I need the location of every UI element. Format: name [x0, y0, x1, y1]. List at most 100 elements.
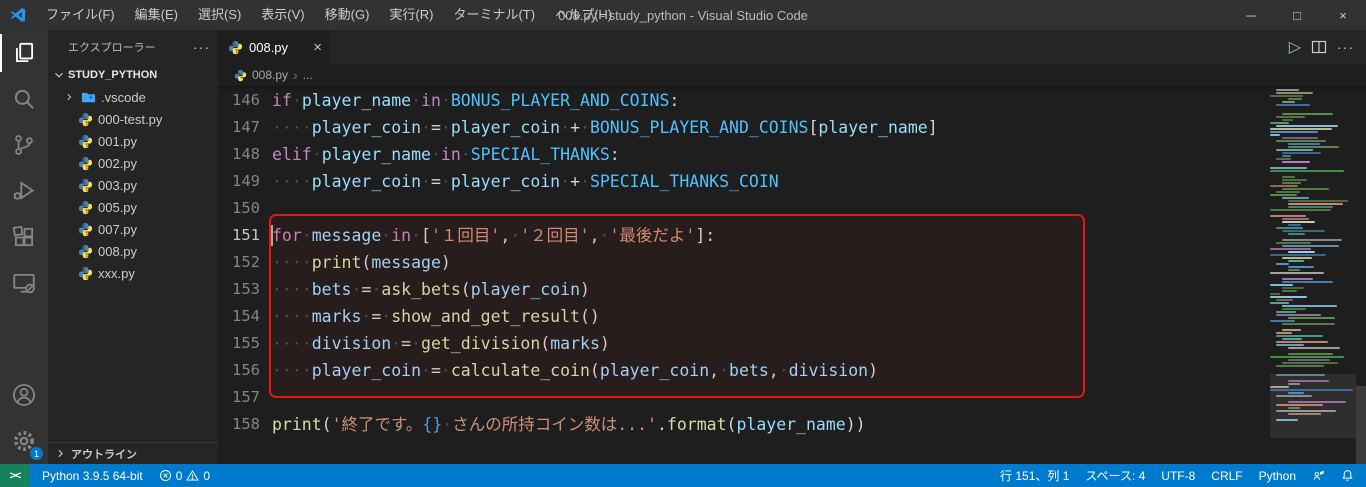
run-python-file-icon[interactable]: ▷	[1289, 37, 1301, 57]
menu-item[interactable]: ターミナル(T)	[444, 0, 544, 30]
maximize-button[interactable]: □	[1274, 0, 1320, 30]
remote-explorer-icon[interactable]	[0, 260, 48, 306]
file-item-xxx.py[interactable]: xxx.py	[48, 262, 218, 284]
code-line: 157	[218, 384, 1266, 411]
menu-item[interactable]: 編集(E)	[126, 0, 187, 30]
explorer-icon[interactable]	[0, 30, 48, 76]
file-label: xxx.py	[98, 265, 135, 281]
minimap-slider[interactable]	[1270, 374, 1356, 438]
line-number: 154	[232, 307, 260, 325]
cursor-position-status[interactable]: 行 151、列 1	[996, 464, 1073, 487]
encoding-status[interactable]: UTF-8	[1157, 464, 1199, 487]
feedback-icon[interactable]	[1308, 464, 1329, 487]
python-file-icon	[78, 200, 93, 214]
python-file-icon	[234, 69, 247, 81]
chevron-right-icon	[67, 93, 72, 101]
code-line: 152 ····print(message)	[218, 249, 1266, 276]
outline-section[interactable]: アウトライン	[48, 442, 218, 464]
breadcrumb-more[interactable]: ...	[303, 68, 313, 82]
file-item-005.py[interactable]: 005.py	[48, 196, 218, 218]
code-line: 151 for·message·in·['１回目',·'２回目',·'最後だよ']…	[218, 222, 1266, 249]
file-label: .vscode	[101, 89, 146, 105]
vscode-folder-icon	[81, 92, 96, 102]
python-file-icon	[78, 222, 93, 236]
file-item-002.py[interactable]: 002.py	[48, 152, 218, 174]
code-line: 148 elif·player_name·in·SPECIAL_THANKS:	[218, 141, 1266, 168]
python-interpreter-status[interactable]: Python 3.9.5 64-bit	[36, 464, 149, 487]
sidebar-more-actions-icon[interactable]: ···	[193, 39, 210, 55]
error-icon	[159, 469, 171, 482]
menu-item[interactable]: 表示(V)	[252, 0, 313, 30]
source-control-icon[interactable]	[0, 122, 48, 168]
code-line: 154 ····marks·=·show_and_get_result()	[218, 303, 1266, 330]
menu-item[interactable]: 選択(S)	[189, 0, 250, 30]
run-and-debug-icon[interactable]	[0, 168, 48, 214]
accounts-icon[interactable]	[0, 372, 48, 418]
line-number: 156	[232, 361, 260, 379]
file-item-000-test.py[interactable]: 000-test.py	[48, 108, 218, 130]
warning-icon	[186, 470, 200, 481]
chevron-right-icon: ›	[293, 67, 298, 83]
vscode-logo-icon	[10, 7, 26, 23]
language-mode-status[interactable]: Python	[1255, 464, 1300, 487]
code-line: 153 ····bets·=·ask_bets(player_coin)	[218, 276, 1266, 303]
notifications-bell-icon[interactable]	[1337, 464, 1358, 487]
vertical-scrollbar-thumb[interactable]	[1356, 386, 1366, 464]
explorer-sidebar: エクスプローラー ··· STUDY_PYTHON .vscode 000-tes…	[48, 30, 218, 464]
file-label: 003.py	[98, 177, 138, 193]
line-number: 151	[232, 226, 260, 244]
tab-label: 008.py	[249, 39, 289, 55]
python-file-icon	[78, 266, 93, 280]
breadcrumb-file[interactable]: 008.py	[252, 68, 288, 82]
menu-item[interactable]: ファイル(F)	[37, 0, 124, 30]
tab-close-icon[interactable]: ×	[313, 40, 322, 55]
python-file-icon	[78, 134, 93, 148]
python-file-icon	[78, 156, 93, 170]
file-item-008.py[interactable]: 008.py	[48, 240, 218, 262]
menu-bar: ファイル(F) 編集(E) 選択(S) 表示(V) 移動(G) 実行(R) ターミナル(T)…	[37, 0, 621, 30]
line-number: 148	[232, 145, 260, 163]
activity-bar: 1	[0, 30, 48, 464]
settings-gear-icon[interactable]: 1	[0, 418, 48, 464]
file-item-007.py[interactable]: 007.py	[48, 218, 218, 240]
remote-indicator[interactable]: ><	[0, 464, 30, 487]
menu-item[interactable]: ヘルプ(H)	[546, 0, 621, 30]
eol-status[interactable]: CRLF	[1207, 464, 1246, 487]
line-number: 158	[232, 415, 260, 433]
code-lines: 146 if·player_name·in·BONUS_PLAYER_AND_CO…	[218, 87, 1266, 438]
line-number: 150	[232, 199, 260, 217]
editor-more-actions-icon[interactable]: ···	[1337, 39, 1354, 55]
file-item-001.py[interactable]: 001.py	[48, 130, 218, 152]
python-file-icon	[78, 178, 93, 192]
breadcrumb[interactable]: 008.py › ...	[218, 64, 1366, 86]
line-number: 153	[232, 280, 260, 298]
tab-008py[interactable]: 008.py ×	[218, 30, 330, 64]
workspace-header[interactable]: STUDY_PYTHON	[48, 64, 218, 86]
line-number: 152	[232, 253, 260, 271]
line-number: 157	[232, 388, 260, 406]
split-editor-icon[interactable]	[1311, 39, 1327, 55]
minimize-button[interactable]: ─	[1228, 0, 1274, 30]
code-line: 155 ····division·=·get_division(marks)	[218, 330, 1266, 357]
code-line: 150	[218, 195, 1266, 222]
code-line: 146 if·player_name·in·BONUS_PLAYER_AND_CO…	[218, 87, 1266, 114]
line-number: 146	[232, 91, 260, 109]
workspace-label: STUDY_PYTHON	[68, 69, 158, 81]
extensions-icon[interactable]	[0, 214, 48, 260]
window-controls: ─ □ ×	[1228, 0, 1366, 30]
file-item-.vscode[interactable]: .vscode	[48, 86, 218, 108]
file-item-003.py[interactable]: 003.py	[48, 174, 218, 196]
chevron-right-icon	[58, 449, 63, 458]
chevron-down-icon	[55, 72, 63, 78]
editor-actions: ▷ ···	[1289, 30, 1366, 64]
outline-label: アウトライン	[71, 448, 137, 461]
file-label: 000-test.py	[98, 111, 163, 127]
vscode-window: ファイル(F) 編集(E) 選択(S) 表示(V) 移動(G) 実行(R) ターミナル(T)…	[0, 0, 1366, 487]
problems-status[interactable]: 0 0	[153, 464, 216, 487]
close-button[interactable]: ×	[1320, 0, 1366, 30]
menu-item[interactable]: 実行(R)	[380, 0, 442, 30]
menu-item[interactable]: 移動(G)	[316, 0, 379, 30]
search-icon[interactable]	[0, 76, 48, 122]
indentation-status[interactable]: スペース: 4	[1081, 464, 1149, 487]
code-editor[interactable]: 146 if·player_name·in·BONUS_PLAYER_AND_CO…	[218, 86, 1366, 464]
